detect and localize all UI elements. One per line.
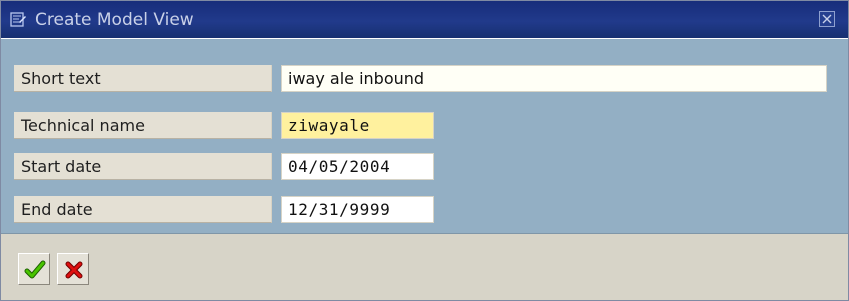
start-date-input[interactable]: 04/05/2004 <box>281 153 434 180</box>
end-date-label: End date <box>14 196 272 223</box>
start-date-label: Start date <box>14 153 272 180</box>
create-model-view-dialog: Create Model View Short text iway ale in… <box>0 0 849 301</box>
technical-name-label: Technical name <box>14 112 272 139</box>
checkmark-icon <box>24 260 46 279</box>
cancel-icon <box>65 261 83 279</box>
short-text-label: Short text <box>14 65 272 92</box>
dialog-footer <box>1 234 848 300</box>
close-button[interactable] <box>819 11 835 27</box>
confirm-button[interactable] <box>18 253 50 285</box>
end-date-input[interactable]: 12/31/9999 <box>281 196 434 223</box>
dialog-titlebar[interactable]: Create Model View <box>1 1 848 39</box>
close-icon <box>819 11 835 27</box>
form-panel: Short text iway ale inbound Technical na… <box>1 39 848 234</box>
technical-name-input[interactable]: ziwayale <box>281 112 434 139</box>
dialog-title: Create Model View <box>35 10 194 30</box>
cancel-button[interactable] <box>57 253 89 285</box>
create-document-icon <box>9 11 27 29</box>
short-text-input[interactable]: iway ale inbound <box>281 65 827 92</box>
